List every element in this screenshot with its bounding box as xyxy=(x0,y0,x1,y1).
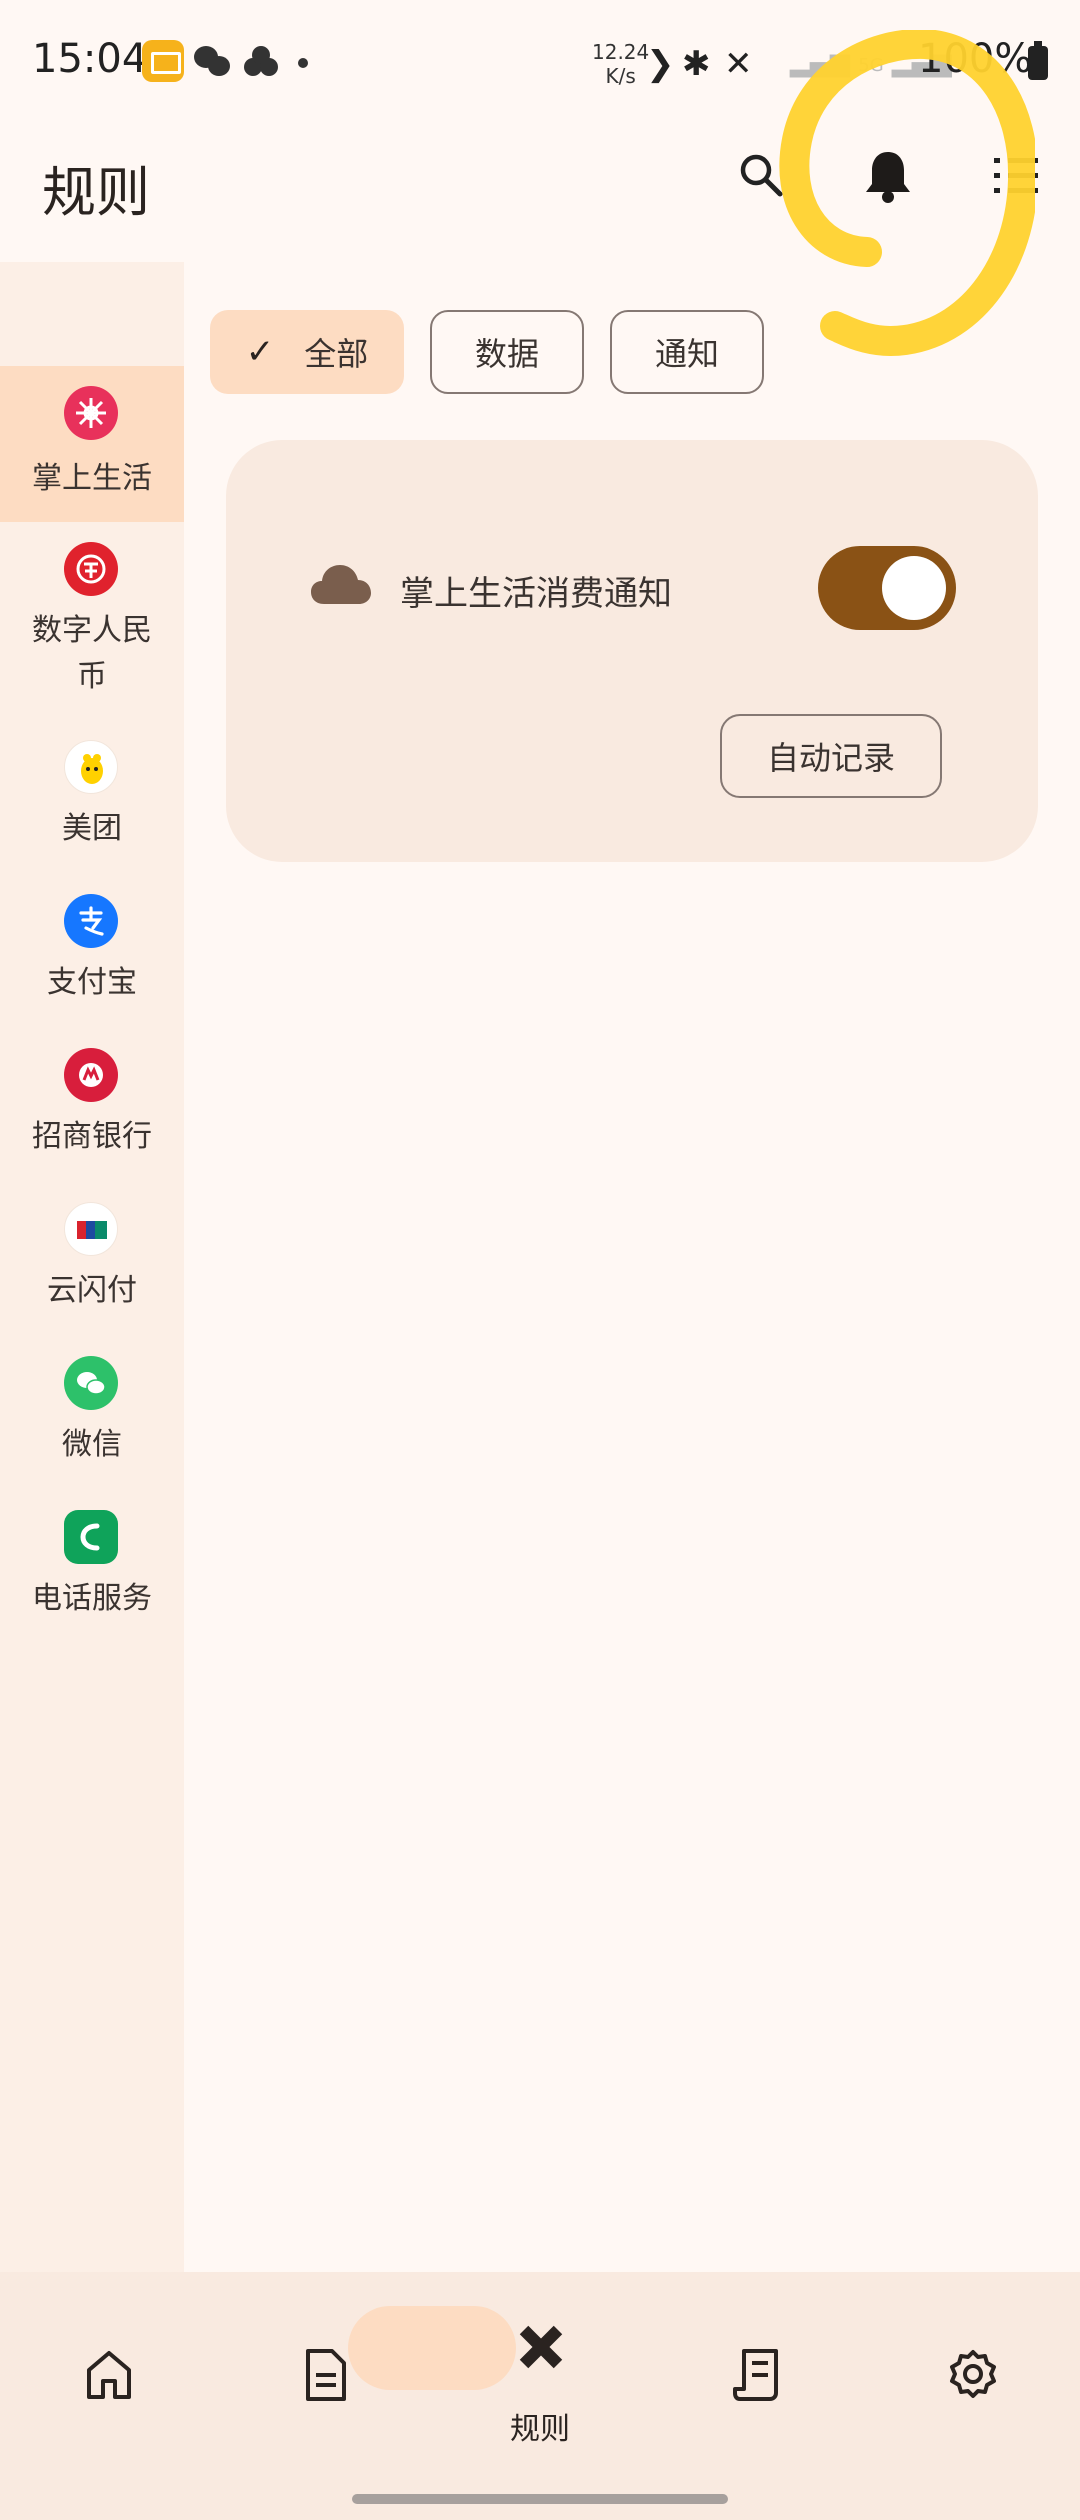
cloud-icon xyxy=(311,565,371,604)
rule-card: 掌上生活消费通知 自动记录 xyxy=(226,440,1038,862)
filter-chip-label: 全部 xyxy=(304,335,369,373)
wechat-notification-icon xyxy=(192,40,234,82)
status-time: 15:04 xyxy=(32,36,148,82)
receipt-icon xyxy=(733,2349,778,2401)
battery-text: 100% xyxy=(918,36,1033,82)
auto-record-button[interactable]: 自动记录 xyxy=(720,714,942,798)
home-icon xyxy=(87,2351,131,2399)
settings-icon xyxy=(950,2350,996,2398)
sidebar-item-alipay[interactable]: 支付宝 xyxy=(0,874,184,1024)
sidebar-item-zhangshang[interactable]: 掌上生活 xyxy=(0,366,184,522)
sidebar-item-label: 云闪付 xyxy=(47,1273,137,1308)
status-bar: 15:04 12.24 K/s ❯ ✱ ✕ ▂▄▆ 5G ▂▄▆ 100% xyxy=(0,0,1080,130)
network-speed: 12.24 K/s xyxy=(592,40,650,88)
phone-icon xyxy=(64,1510,118,1564)
bell-icon[interactable] xyxy=(862,148,914,204)
mail-notification-icon xyxy=(142,40,184,82)
sidebar-item-label: 支付宝 xyxy=(47,965,137,1000)
sidebar-item-label: 掌上生活 xyxy=(32,461,152,496)
page-title: 规则 xyxy=(42,161,150,224)
sidebar-item-label: 微信 xyxy=(62,1427,122,1462)
bottom-navigation: 规则 xyxy=(0,2272,1080,2520)
sidebar-item-phone[interactable]: 电话服务 xyxy=(0,1490,184,1640)
filter-chip-notify[interactable]: 通知 xyxy=(610,310,764,394)
bluetooth-icon: ✱ xyxy=(682,44,711,84)
nav-rules-label: 规则 xyxy=(510,2412,570,2447)
nav-rules[interactable]: 规则 xyxy=(432,2272,648,2520)
toggle-knob xyxy=(882,556,946,620)
nav-home[interactable] xyxy=(0,2272,216,2520)
nav-settings[interactable] xyxy=(864,2272,1080,2520)
meituan-icon xyxy=(64,740,118,794)
home-indicator[interactable] xyxy=(352,2494,728,2504)
cmb-icon xyxy=(64,1048,118,1102)
nav-records[interactable] xyxy=(648,2272,864,2520)
more-notifications-dot xyxy=(298,58,308,68)
sidebar-item-meituan[interactable]: 美团 xyxy=(0,720,184,870)
search-icon[interactable] xyxy=(738,152,784,198)
sidebar-item-label: 美团 xyxy=(62,811,122,846)
nfc-icon: ❯ xyxy=(646,44,675,84)
rule-toggle[interactable] xyxy=(818,546,956,630)
document-icon xyxy=(306,2349,346,2401)
sidebar-item-ecny[interactable]: 数字人民币 xyxy=(0,522,184,708)
rules-icon xyxy=(519,2325,563,2369)
wechat-icon xyxy=(64,1356,118,1410)
sidebar-item-label: 招商银行 xyxy=(32,1119,152,1154)
sidebar-item-wechat[interactable]: 微信 xyxy=(0,1336,184,1486)
filter-chip-label: 数据 xyxy=(474,335,539,373)
more-icon[interactable] xyxy=(990,154,1040,198)
rule-name: 掌上生活消费通知 xyxy=(400,574,672,614)
sidebar-item-label: 电话服务 xyxy=(32,1581,152,1616)
sidebar-item-cmb[interactable]: 招商银行 xyxy=(0,1028,184,1178)
ecny-icon xyxy=(64,542,118,596)
sidebar-item-label: 数字人民币 xyxy=(32,613,152,694)
battery-icon xyxy=(1028,41,1048,80)
unionpay-icon xyxy=(64,1202,118,1256)
check-icon: ✓ xyxy=(245,332,275,372)
zhangshang-icon xyxy=(64,386,118,440)
alipay-icon xyxy=(64,894,118,948)
sidebar-item-unionpay[interactable]: 云闪付 xyxy=(0,1182,184,1332)
filter-chip-data[interactable]: 数据 xyxy=(430,310,584,394)
filter-chip-all[interactable]: ✓ 全部 xyxy=(210,310,404,394)
filter-chip-label: 通知 xyxy=(654,335,719,373)
mute-icon: ✕ xyxy=(724,44,753,84)
app-notification-icon xyxy=(240,40,282,82)
